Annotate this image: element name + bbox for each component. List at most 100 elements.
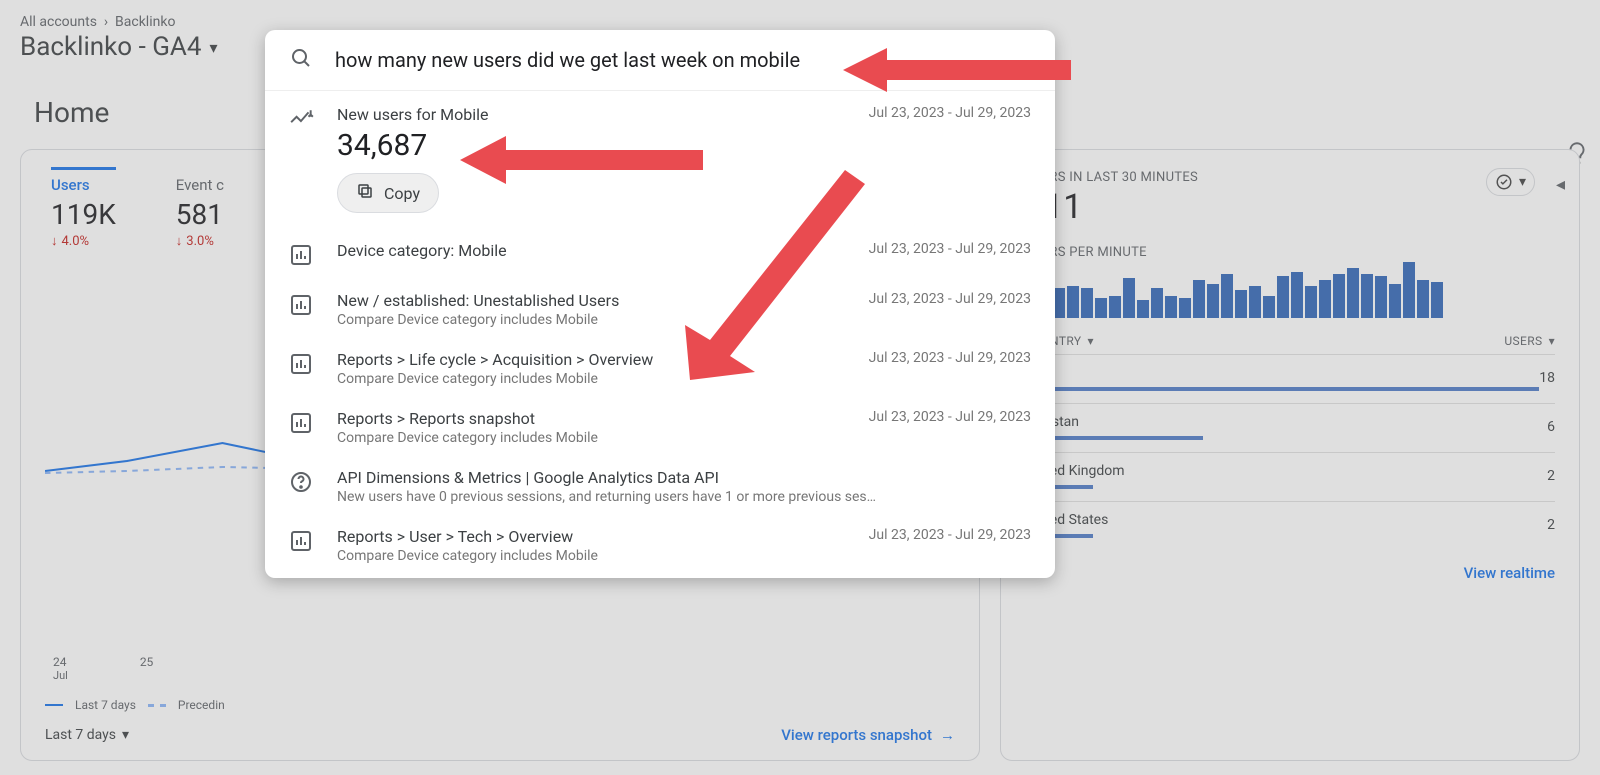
result-subtitle: Compare Device category includes Mobile: [337, 430, 837, 446]
result-title: Reports > Reports snapshot: [337, 409, 837, 428]
view-reports-snapshot-link[interactable]: View reports snapshot →: [781, 726, 955, 744]
country-users: 6: [1547, 419, 1555, 435]
search-result[interactable]: API Dimensions & Metrics | Google Analyt…: [265, 460, 1055, 519]
metric-label: Event c: [176, 176, 224, 194]
minute-bar: [1165, 296, 1177, 318]
arrow-down-icon: ↓: [176, 233, 183, 249]
country-users: 2: [1547, 468, 1555, 484]
country-users: 2: [1547, 517, 1555, 533]
caret-left-icon[interactable]: ◂: [1556, 174, 1565, 195]
result-date: Jul 23, 2023 - Jul 29, 2023: [869, 350, 1031, 366]
breadcrumb: All accounts › Backlinko: [20, 14, 1580, 30]
minute-bar: [1333, 274, 1345, 318]
metric-event c[interactable]: Event c 581 ↓ 3.0%: [176, 170, 224, 249]
answer-hero[interactable]: New users for Mobile 34,687 Copy Jul 23,…: [265, 91, 1055, 227]
country-row[interactable]: United States 2: [1025, 501, 1555, 550]
view-realtime-link[interactable]: View realtime: [1464, 564, 1555, 582]
search-result[interactable]: New / established: Unestablished Users C…: [265, 283, 1055, 342]
arrow-right-icon: →: [940, 726, 955, 744]
chevron-down-icon: ▾: [1519, 174, 1526, 190]
chart-icon: [289, 243, 315, 269]
metric-label: Users: [51, 176, 116, 194]
chart-icon: [289, 293, 315, 319]
minute-bar: [1291, 272, 1303, 318]
hero-date: Jul 23, 2023 - Jul 29, 2023: [869, 105, 1031, 121]
minute-bar: [1403, 262, 1415, 318]
metric-delta: ↓ 3.0%: [176, 233, 224, 249]
chart-icon: [289, 352, 315, 378]
result-title: Reports > User > Tech > Overview: [337, 527, 837, 546]
per-minute-label: USERS PER MINUTE: [1025, 245, 1555, 260]
minute-bar: [1249, 286, 1261, 318]
metric-users[interactable]: Users 119K ↓ 4.0%: [51, 167, 116, 249]
minute-bar: [1389, 284, 1401, 318]
per-minute-chart: [1025, 260, 1555, 318]
minute-bar: [1431, 282, 1443, 318]
country-row[interactable]: United Kingdom 2: [1025, 452, 1555, 501]
country-row[interactable]: Pakistan 6: [1025, 403, 1555, 452]
search-input[interactable]: [333, 47, 1031, 73]
help-icon: [289, 470, 315, 496]
chart-legend: Last 7 days Precedin: [45, 698, 955, 712]
chevron-down-icon: ▾: [122, 727, 129, 743]
minute-bar: [1095, 298, 1107, 318]
date-range-picker[interactable]: Last 7 days ▾: [45, 727, 129, 743]
search-result[interactable]: Reports > Life cycle > Acquisition > Ove…: [265, 342, 1055, 401]
minute-bar: [1179, 298, 1191, 318]
minute-bar: [1067, 286, 1079, 318]
property-name: Backlinko - GA4: [20, 32, 202, 62]
snapshot-link-label: View reports snapshot: [781, 726, 932, 744]
last-30-label: USERS IN LAST 30 MINUTES: [1025, 170, 1555, 185]
search-result[interactable]: Reports > Reports snapshot Compare Devic…: [265, 401, 1055, 460]
copy-icon: [356, 182, 374, 204]
result-title: Reports > Life cycle > Acquisition > Ove…: [337, 350, 837, 369]
result-subtitle: Compare Device category includes Mobile: [337, 371, 837, 387]
search-assistant-popup: New users for Mobile 34,687 Copy Jul 23,…: [265, 30, 1055, 578]
minute-bar: [1081, 288, 1093, 318]
search-result[interactable]: Device category: Mobile Jul 23, 2023 - J…: [265, 227, 1055, 283]
minute-bar: [1417, 280, 1429, 318]
copy-button[interactable]: Copy: [337, 173, 439, 213]
result-subtitle: Compare Device category includes Mobile: [337, 548, 837, 564]
users-column-header[interactable]: USERS ▾: [1504, 334, 1555, 348]
chart-x-axis: 24Jul 25: [45, 655, 955, 682]
chart-icon: [289, 411, 315, 437]
result-subtitle: Compare Device category includes Mobile: [337, 312, 837, 328]
minute-bar: [1221, 274, 1233, 318]
hero-value: 34,687: [337, 128, 837, 163]
result-subtitle: New users have 0 previous sessions, and …: [337, 489, 1031, 505]
x-tick: 25: [140, 655, 154, 682]
minute-bar: [1123, 278, 1135, 318]
metric-value: 119K: [51, 198, 116, 231]
value-bar: [1025, 387, 1539, 391]
breadcrumb-dest[interactable]: Backlinko: [115, 14, 175, 30]
minute-bar: [1109, 296, 1121, 318]
metric-value: 581: [176, 198, 224, 231]
minute-bar: [1361, 274, 1373, 318]
country-row[interactable]: India 18: [1025, 354, 1555, 403]
chart-icon: [289, 529, 315, 555]
minute-bar: [1277, 276, 1289, 318]
x-tick: 24Jul: [53, 655, 68, 682]
chevron-down-icon: ▾: [210, 38, 218, 57]
minute-bar: [1263, 296, 1275, 318]
search-bar: [265, 30, 1055, 91]
result-title: API Dimensions & Metrics | Google Analyt…: [337, 468, 1031, 487]
result-title: Device category: Mobile: [337, 241, 837, 260]
legend-current-label: Last 7 days: [75, 698, 136, 712]
result-date: Jul 23, 2023 - Jul 29, 2023: [869, 291, 1031, 307]
result-date: Jul 23, 2023 - Jul 29, 2023: [869, 409, 1031, 425]
legend-current-swatch: [45, 704, 63, 706]
copy-label: Copy: [384, 184, 420, 203]
realtime-filter-button[interactable]: ▾: [1486, 168, 1535, 196]
spark-icon: [289, 107, 315, 133]
hero-title: New users for Mobile: [337, 105, 837, 124]
legend-prev-swatch: [148, 704, 166, 707]
breadcrumb-root[interactable]: All accounts: [20, 14, 97, 30]
search-icon: [289, 46, 313, 74]
result-date: Jul 23, 2023 - Jul 29, 2023: [869, 527, 1031, 543]
result-date: Jul 23, 2023 - Jul 29, 2023: [869, 241, 1031, 257]
result-title: New / established: Unestablished Users: [337, 291, 837, 310]
search-result[interactable]: Reports > User > Tech > Overview Compare…: [265, 519, 1055, 578]
country-users: 18: [1539, 370, 1555, 386]
